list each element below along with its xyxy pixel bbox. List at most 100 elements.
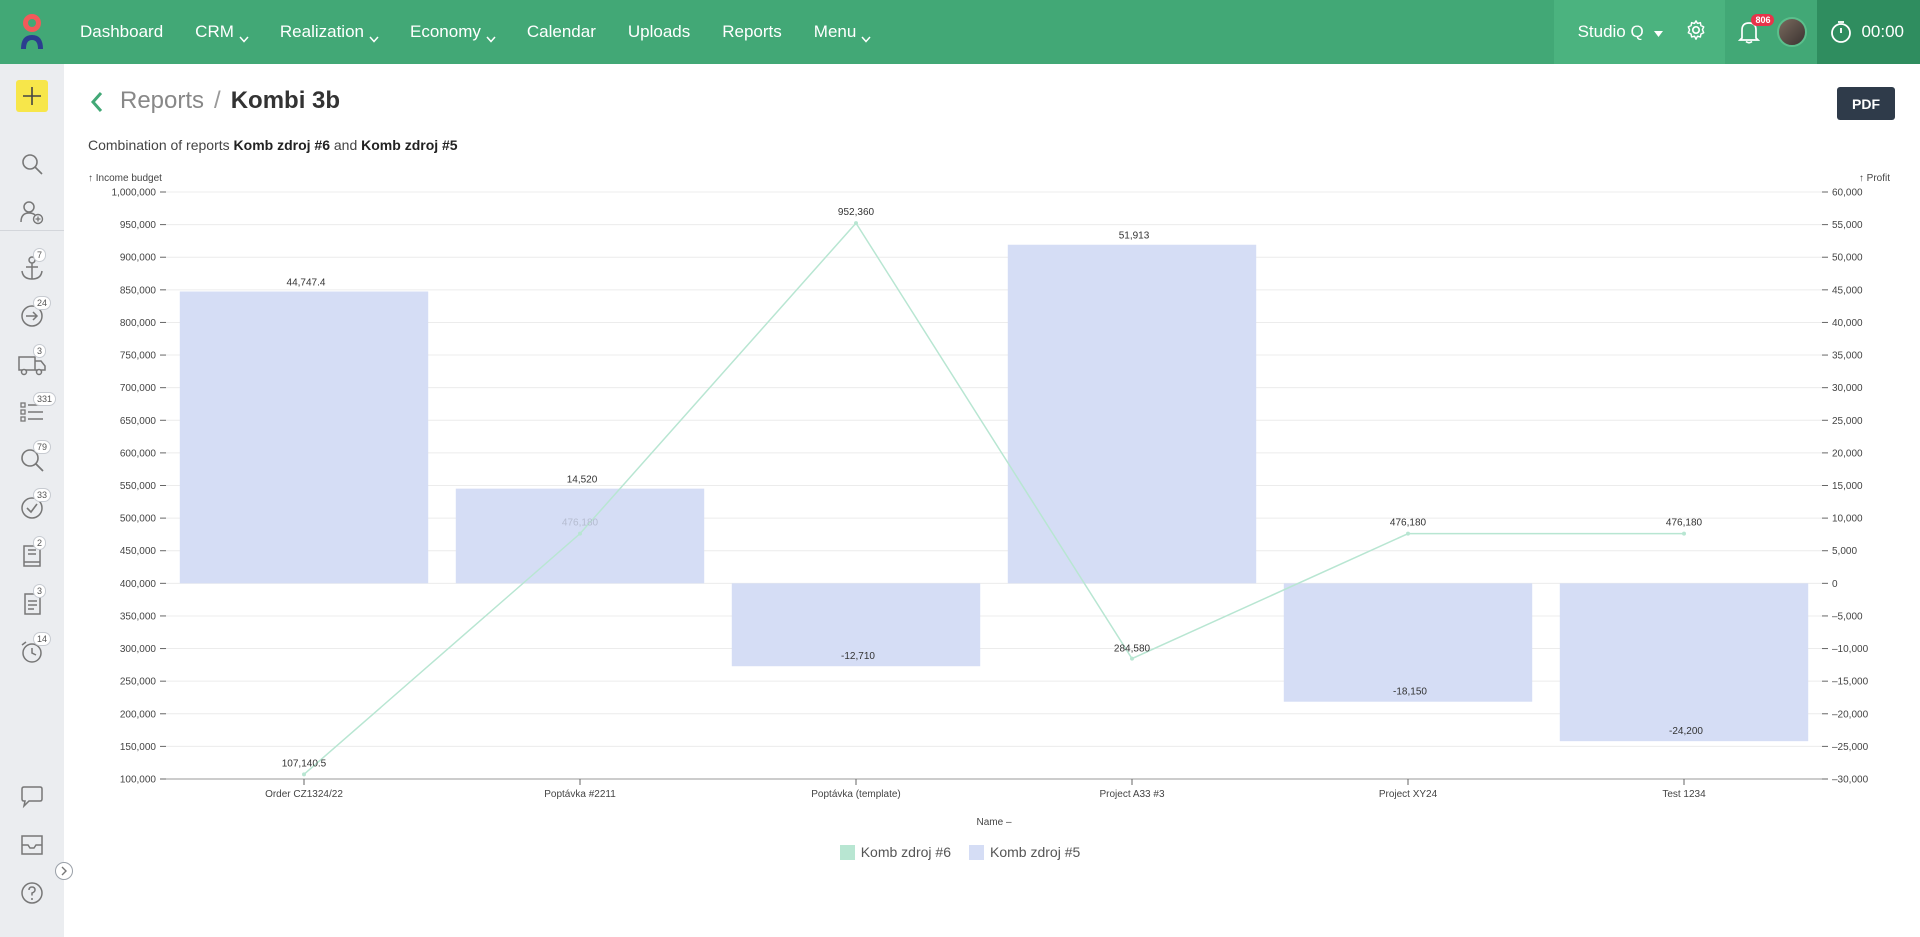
report-description: Combination of reports Komb zdroj #6 and… xyxy=(88,137,458,153)
description-and: and xyxy=(333,137,358,153)
sidebar-item-chat[interactable] xyxy=(0,775,64,819)
line-point xyxy=(302,772,306,777)
chevron-right-icon xyxy=(61,866,67,876)
sidebar-item-checklist[interactable]: 331 xyxy=(0,390,64,434)
sidebar-add-user[interactable] xyxy=(0,190,64,234)
sidebar-item-arrow[interactable]: 24 xyxy=(0,294,64,338)
sidebar-badge: 3 xyxy=(33,344,47,358)
y-tick-label-right: –15,000 xyxy=(1832,677,1869,688)
y-tick-label-left: 500,000 xyxy=(120,514,157,525)
y-tick-label-right: 50,000 xyxy=(1832,253,1863,264)
line-data-label: 107,140.5 xyxy=(282,758,327,769)
sidebar-search[interactable] xyxy=(0,142,64,186)
y-tick-label-right: –10,000 xyxy=(1832,644,1869,655)
settings-gear-icon[interactable] xyxy=(1685,19,1707,46)
nav-item-label: Calendar xyxy=(526,22,596,41)
nav-item-label: Dashboard xyxy=(80,22,164,41)
chat-bubble-icon xyxy=(21,786,43,809)
nav-item-calendar[interactable]: Calendar xyxy=(511,0,612,64)
line-data-label: 476,180 xyxy=(1390,518,1427,529)
legend-item-line[interactable]: Komb zdroj #6 xyxy=(839,844,951,860)
time-tracker-button[interactable]: 00:00 xyxy=(1817,0,1920,64)
combo-chart: ↑ Income budget ↑ Profit 1,000,000 60,000 95… xyxy=(88,173,1890,828)
y-tick-label-right: 45,000 xyxy=(1832,285,1863,296)
bar-data-label: 51,913 xyxy=(1119,231,1150,242)
nav-item-uploads[interactable]: Uploads xyxy=(612,0,706,64)
line-point xyxy=(1406,531,1410,536)
x-tick-label: Poptávka (template) xyxy=(811,789,901,800)
sidebar-expand-button[interactable] xyxy=(55,862,73,880)
bar-data-label: -12,710 xyxy=(841,651,875,662)
studio-name: Studio Q xyxy=(1577,22,1644,41)
nav-item-menu[interactable]: Menu xyxy=(798,0,887,64)
chevron-down-icon xyxy=(239,28,249,43)
y-tick-label-left: 400,000 xyxy=(120,579,157,590)
sidebar-item-help[interactable] xyxy=(0,871,64,915)
sidebar-item-search-list[interactable]: 79 xyxy=(0,438,64,482)
sidebar-item-tasks[interactable]: 33 xyxy=(0,486,64,530)
y-tick-label-right: –30,000 xyxy=(1832,775,1869,786)
legend-label-line: Komb zdroj #6 xyxy=(860,844,951,860)
y-tick-label-right: 20,000 xyxy=(1832,448,1863,459)
y-tick-label-right: 40,000 xyxy=(1832,318,1863,329)
nav-item-label: Economy xyxy=(410,22,481,41)
y-tick-label-right: 30,000 xyxy=(1832,383,1863,394)
line-data-label: 952,360 xyxy=(838,207,875,218)
sidebar-badge: 3 xyxy=(33,584,47,598)
bar xyxy=(1559,583,1809,742)
back-button[interactable] xyxy=(90,90,104,114)
chevron-down-icon xyxy=(369,28,379,43)
sidebar-item-delivery[interactable]: 3 xyxy=(0,342,64,386)
y-tick-label-right: –20,000 xyxy=(1832,709,1869,720)
bar-data-label: -24,200 xyxy=(1669,726,1703,737)
y-tick-label-right: 60,000 xyxy=(1832,188,1863,199)
bar xyxy=(1007,244,1257,584)
sidebar-divider xyxy=(0,230,64,231)
line-point xyxy=(854,221,858,226)
add-user-icon xyxy=(20,201,44,225)
help-icon xyxy=(21,882,43,904)
y-axis-left-title: ↑ Income budget xyxy=(88,173,162,184)
app-logo[interactable] xyxy=(0,0,64,64)
chevron-left-icon xyxy=(90,92,103,112)
legend-swatch-bar xyxy=(969,844,984,860)
sidebar-item-documents[interactable]: 2 xyxy=(0,534,64,578)
sidebar-item-invoices[interactable]: 3 xyxy=(0,582,64,626)
line-data-label: 476,180 xyxy=(1666,518,1703,529)
user-avatar[interactable] xyxy=(1777,17,1808,47)
breadcrumb-reports-link[interactable]: Reports xyxy=(120,87,204,115)
add-new-button[interactable] xyxy=(16,80,48,112)
line-point xyxy=(1682,531,1686,536)
nav-item-crm[interactable]: CRM xyxy=(179,0,264,64)
line-point xyxy=(1130,656,1134,661)
bar-data-label: 44,747.4 xyxy=(287,277,326,288)
nav-item-label: Realization xyxy=(279,22,364,41)
left-sidebar: 7 24 3 331 79 33 2 3 14 xyxy=(0,64,73,937)
y-tick-label-right: 0 xyxy=(1832,579,1838,590)
nav-item-dashboard[interactable]: Dashboard xyxy=(64,0,179,64)
legend-item-bar[interactable]: Komb zdroj #5 xyxy=(969,844,1080,860)
sidebar-item-anchor[interactable]: 7 xyxy=(0,246,64,290)
x-tick-label: Project XY24 xyxy=(1379,789,1438,800)
y-tick-label-right: 15,000 xyxy=(1832,481,1863,492)
nav-item-reports[interactable]: Reports xyxy=(706,0,798,64)
nav-item-realization[interactable]: Realization xyxy=(264,0,394,64)
y-tick-label-left: 700,000 xyxy=(120,383,157,394)
bar-data-label: 14,520 xyxy=(567,475,598,486)
y-tick-label-left: 750,000 xyxy=(120,351,157,362)
sidebar-item-alarms[interactable]: 14 xyxy=(0,630,64,674)
bar xyxy=(179,291,429,584)
y-tick-label-left: 800,000 xyxy=(120,318,157,329)
source-report-b: Komb zdroj #5 xyxy=(361,137,458,153)
notifications-button[interactable]: 806 xyxy=(1725,0,1775,64)
chevron-down-icon xyxy=(861,28,871,43)
pdf-export-button[interactable]: PDF xyxy=(1837,87,1895,120)
y-tick-label-left: 850,000 xyxy=(120,285,157,296)
studio-selector[interactable]: Studio Q xyxy=(1553,0,1726,64)
legend-label-bar: Komb zdroj #5 xyxy=(990,844,1081,860)
y-tick-label-left: 900,000 xyxy=(120,253,157,264)
nav-item-economy[interactable]: Economy xyxy=(394,0,511,64)
sidebar-badge: 33 xyxy=(33,488,52,502)
nav-item-label: Reports xyxy=(722,22,782,41)
top-navigation-bar: Dashboard CRM Realization Economy Calendar Up… xyxy=(0,0,1920,64)
